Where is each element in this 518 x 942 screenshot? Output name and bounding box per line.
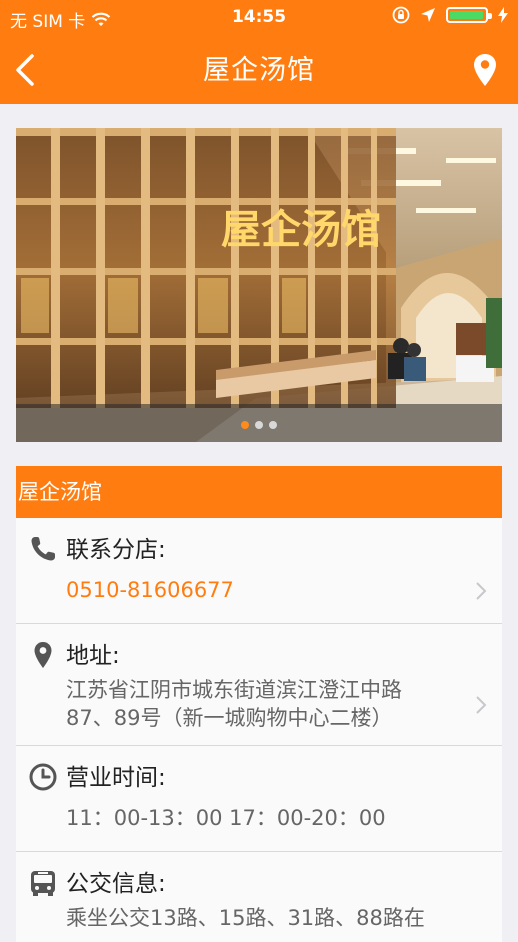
carousel-page-indicator[interactable] [16, 421, 502, 429]
image-carousel[interactable]: 屋企汤馆 [16, 128, 502, 442]
carousel-dot[interactable] [241, 421, 249, 429]
battery-icon [446, 7, 492, 23]
location-arrow-icon [421, 8, 435, 22]
status-bar: 无 SIM 卡 14:55 [0, 0, 518, 34]
content-card: 屋企汤馆 [16, 128, 502, 442]
bus-info-row[interactable]: 公交信息: 乘坐公交13路、15路、31路、88路在 [16, 852, 502, 942]
chevron-right-icon [476, 582, 487, 600]
address-label: 地址: [66, 643, 120, 669]
business-hours-row: 营业时间: 11：00-13：00 17：00-20：00 [16, 746, 502, 852]
bus-icon [31, 871, 55, 896]
location-pin-icon [34, 642, 52, 668]
phone-row[interactable]: 联系分店: 0510-81606677 [16, 518, 502, 624]
bus-label: 公交信息: [66, 871, 166, 897]
restaurant-photo: 屋企汤馆 [16, 128, 502, 442]
status-right [392, 6, 508, 24]
orientation-lock-icon [392, 6, 410, 24]
hours-label: 营业时间: [66, 765, 166, 791]
hours-value: 11：00-13：00 17：00-20：00 [66, 806, 386, 830]
page-title: 屋企汤馆 [203, 55, 315, 86]
store-name-header: 屋企汤馆 [16, 466, 502, 518]
address-line-1: 江苏省江阴市城东街道滨江澄江中路 [66, 678, 402, 702]
clock-icon [29, 763, 57, 791]
navigation-bar: 无 SIM 卡 14:55 屋企汤馆 [0, 0, 518, 104]
phone-icon [31, 537, 55, 561]
chevron-right-icon [476, 696, 487, 714]
phone-number[interactable]: 0510-81606677 [66, 576, 234, 604]
banner-signage: 屋企汤馆 [221, 206, 381, 253]
map-pin-button[interactable] [472, 52, 498, 88]
charging-bolt-icon [498, 7, 508, 23]
address-line-2: 87、89号（新一城购物中心二楼） [66, 706, 393, 730]
bus-value: 乘坐公交13路、15路、31路、88路在 [66, 906, 425, 930]
carousel-dot[interactable] [255, 421, 263, 429]
address-row[interactable]: 地址: 江苏省江阴市城东街道滨江澄江中路 87、89号（新一城购物中心二楼） [16, 624, 502, 746]
phone-label: 联系分店: [66, 537, 166, 563]
carousel-dot[interactable] [269, 421, 277, 429]
